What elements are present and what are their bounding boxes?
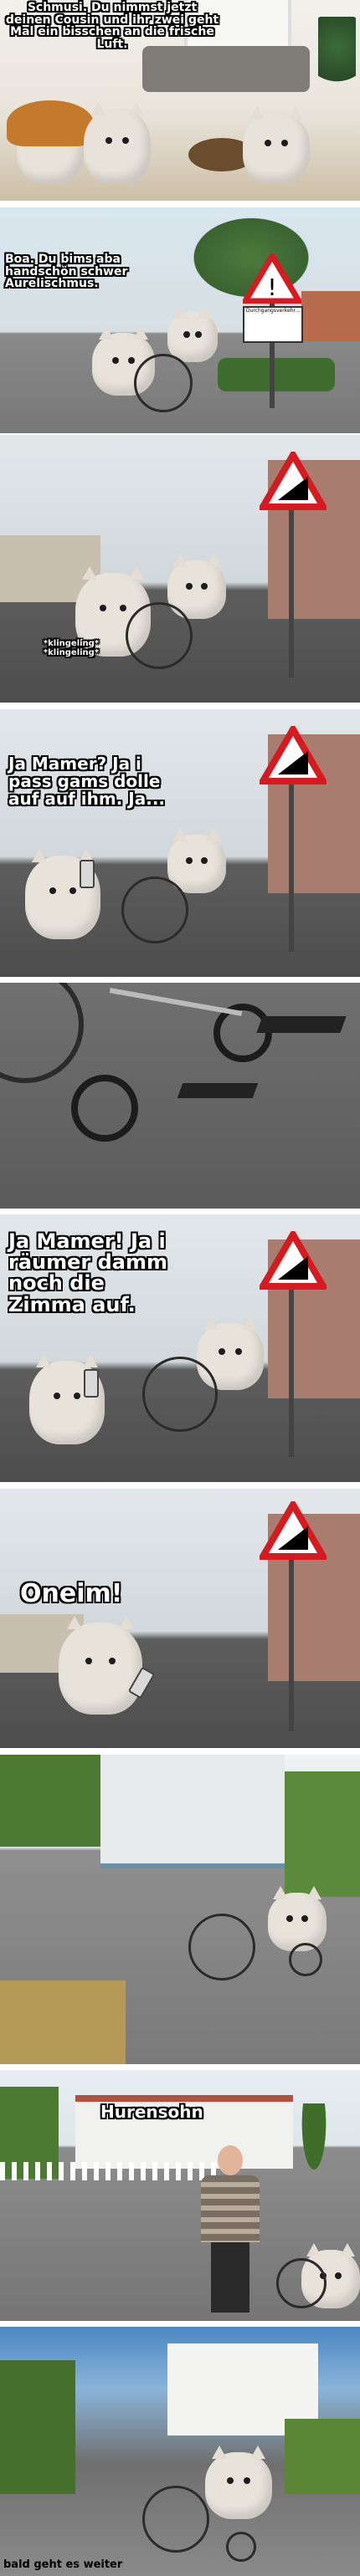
sign-post [289, 493, 294, 677]
warning-sign-icon: ! [243, 253, 301, 304]
bushes [285, 2419, 360, 2494]
caption: Ja Mamer! Ja i räumer damm noch die Zimm… [8, 1229, 167, 1316]
wheelchair-icon [188, 1914, 255, 1981]
footrest [256, 1016, 347, 1033]
frame [109, 988, 243, 1016]
caption: Boa. Du bims aba handschön schwer Aureli… [5, 253, 128, 291]
panel-1: Schmusi. Du nimmst jetzt deinen Cousin u… [0, 0, 360, 201]
svg-text:!: ! [267, 273, 276, 301]
sweater [201, 2175, 260, 2242]
cat-icon [7, 100, 94, 184]
wheelchair-icon [0, 983, 84, 1083]
panel-8 [0, 1755, 360, 2064]
plant [318, 17, 356, 92]
old-man [201, 2145, 260, 2313]
wheel [71, 1075, 138, 1142]
cat-icon [243, 106, 310, 184]
hedge [218, 358, 335, 391]
trousers [211, 2242, 249, 2313]
panel-5 [0, 983, 360, 1209]
caption: bald geht es weiter [3, 2558, 123, 2571]
panel-2: ! Durchgangsverkehr... Boa. Du bims aba … [0, 207, 360, 433]
wheel [226, 2532, 256, 2562]
sign-post [289, 1539, 294, 1731]
caption: Schmusi. Du nimmst jetzt deinen Cousin u… [5, 1, 219, 52]
wheel [289, 1943, 322, 1976]
wheelchair-icon [134, 354, 193, 412]
footrest [177, 1083, 259, 1098]
wheelchair-icon [142, 1357, 218, 1432]
phone-icon [84, 1369, 99, 1398]
panel-6: Ja Mamer! Ja i räumer damm noch die Zimm… [0, 1214, 360, 1482]
caption: Hurensohn [100, 2102, 203, 2122]
panel-10: bald geht es weiter [0, 2327, 360, 2576]
head [218, 2145, 243, 2175]
house [301, 291, 360, 341]
sign-text: Durchgangsverkehr... [245, 308, 301, 314]
sofa [142, 46, 310, 92]
sign-post [289, 768, 294, 952]
fence [0, 2162, 218, 2180]
panel-9: Hurensohn [0, 2070, 360, 2321]
panel-3: *klingeling* *klingeling* [0, 435, 360, 703]
sign-post [289, 1273, 294, 1457]
caption: *klingeling* *klingeling* [43, 639, 100, 657]
warning-sign-icon [260, 726, 327, 785]
warning-sign-icon [260, 452, 327, 510]
bushes [0, 1755, 100, 1847]
house [100, 1755, 285, 1868]
info-plate: Durchgangsverkehr... [243, 306, 303, 343]
panel-7: Oneim! [0, 1489, 360, 1748]
cat-icon [167, 305, 218, 362]
cat-icon [205, 2446, 272, 2519]
panel-4: Ja Mamer? Ja i pass gams dolle auf auf i… [0, 709, 360, 977]
wig [7, 100, 94, 146]
warning-sign-icon [260, 1231, 327, 1290]
wheelchair-icon [126, 602, 193, 669]
caption: Ja Mamer? Ja i pass gams dolle auf auf i… [8, 754, 166, 809]
phone-icon [80, 860, 95, 888]
wheelchair-icon [276, 2258, 327, 2308]
wheelchair-icon [142, 2486, 209, 2553]
bushes [285, 1771, 360, 1897]
warning-sign-icon [260, 1501, 327, 1560]
cat-icon [84, 102, 151, 184]
caption: Oneim! [20, 1579, 123, 1608]
palm [293, 2103, 335, 2204]
grass [0, 1981, 126, 2064]
cat-icon [59, 1616, 142, 1715]
wheelchair-icon [121, 877, 188, 943]
cat-icon [268, 1886, 327, 1951]
bushes [0, 2360, 75, 2494]
